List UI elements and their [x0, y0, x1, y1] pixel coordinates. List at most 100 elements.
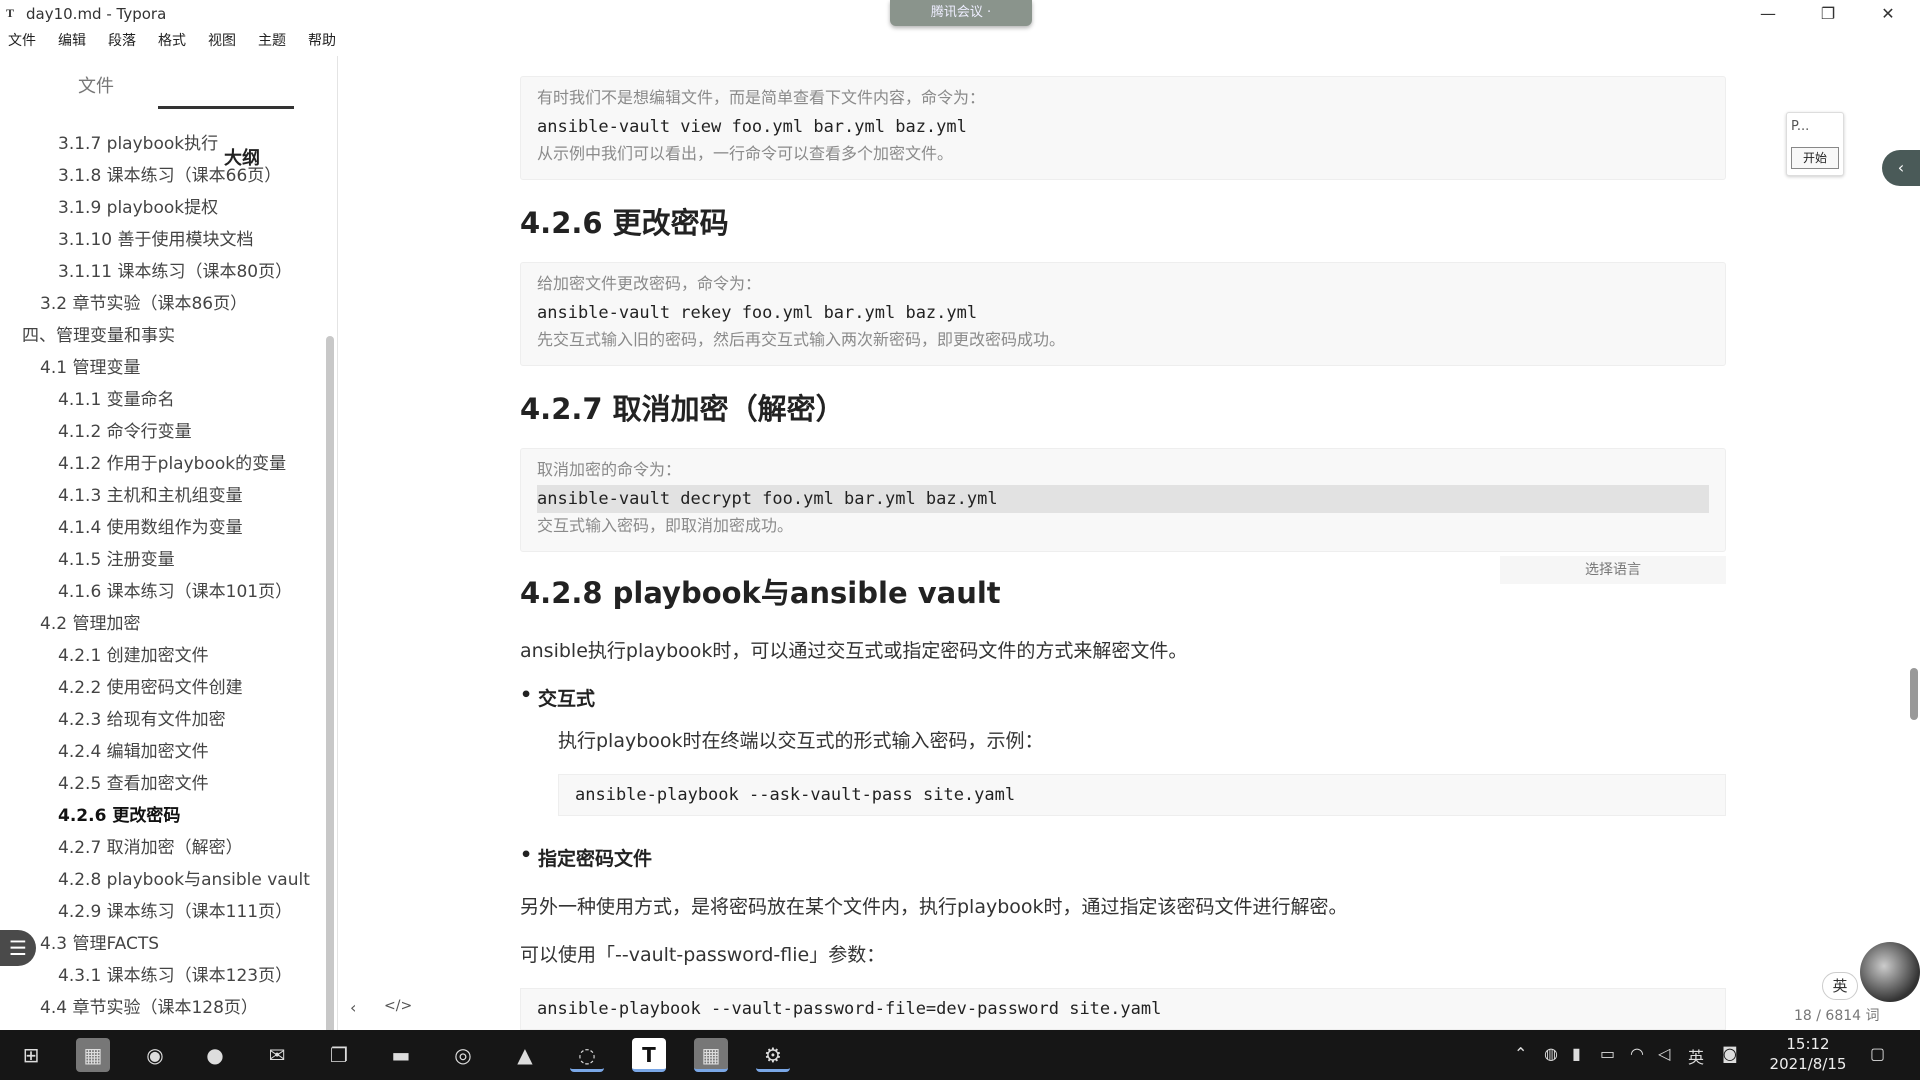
outline-item[interactable]: 4.2.2 使用密码文件创建 — [0, 672, 320, 704]
outline-item[interactable]: 4.2.7 取消加密（解密） — [0, 832, 320, 864]
typora-app-icon: T — [6, 6, 15, 20]
avatar[interactable] — [1860, 942, 1920, 1002]
outline-item[interactable]: 4.1.3 主机和主机组变量 — [0, 480, 320, 512]
menu-edit[interactable]: 编辑 — [58, 30, 86, 54]
outline-item[interactable]: 4.2 管理加密 — [0, 608, 320, 640]
tencent-meeting-pill[interactable]: 腾讯会议 · — [890, 0, 1032, 26]
code-comment: 先交互式输入旧的密码，然后再交互式输入两次新密码，即更改密码成功。 — [537, 332, 1066, 349]
outline-item[interactable]: 四、管理变量和事实 — [0, 320, 320, 352]
outline-item[interactable]: 4.2.3 给现有文件加密 — [0, 704, 320, 736]
outline-item[interactable]: 4.1.2 作用于playbook的变量 — [0, 448, 320, 480]
browser-icon[interactable]: ◎ — [446, 1038, 480, 1072]
outline-item[interactable]: 4.1.1 变量命名 — [0, 384, 320, 416]
menu-bar: 文件 编辑 段落 格式 视图 主题 帮助 — [0, 30, 350, 54]
bullet-interactive: 交互式 — [520, 684, 595, 711]
notification-icon[interactable]: ▢ — [1870, 1044, 1885, 1063]
window-title: day10.md - Typora — [26, 5, 167, 23]
code-line: ansible-vault view foo.yml bar.yml baz.y… — [537, 117, 967, 137]
code-comment: 给加密文件更改密码，命令为： — [537, 276, 762, 293]
maximize-button[interactable]: ❐ — [1808, 2, 1848, 26]
volume-icon[interactable]: ◁ — [1658, 1044, 1670, 1063]
typora-icon[interactable]: T — [632, 1038, 666, 1072]
outline-item[interactable]: 4.1.2 命令行变量 — [0, 416, 320, 448]
outline-item[interactable]: 4.1 管理变量 — [0, 352, 320, 384]
netease-icon[interactable]: ◌ — [570, 1038, 604, 1072]
start-button[interactable]: 开始 — [1791, 147, 1839, 169]
wifi-icon[interactable]: ◠ — [1630, 1044, 1644, 1063]
editor[interactable]: 有时我们不是想编辑文件，而是简单查看下文件内容，命令为： ansible-vau… — [520, 56, 1730, 1030]
outline-item[interactable]: 4.2.8 playbook与ansible vault — [0, 864, 320, 896]
minimize-button[interactable]: — — [1748, 2, 1788, 26]
paragraph: 执行playbook时在终端以交互式的形式输入密码，示例： — [558, 730, 1044, 752]
app2-icon[interactable]: ▦ — [694, 1038, 728, 1072]
back-arrow-icon[interactable]: ‹ — [350, 998, 356, 1017]
ime-indicator[interactable]: 英 — [1822, 972, 1858, 1000]
editor-scrollbar[interactable] — [1910, 668, 1918, 720]
paragraph: 可以使用「--vault-password-flie」参数： — [520, 944, 886, 966]
outline-item[interactable]: 4.3 管理FACTS — [0, 928, 320, 960]
microphone-icon[interactable]: ▮ — [1572, 1044, 1581, 1063]
title-bar: T day10.md - Typora 腾讯会议 · — ❐ ✕ — [0, 0, 1920, 28]
floating-widget[interactable]: P... 开始 — [1786, 112, 1844, 176]
outline-item[interactable]: 3.1.8 课本练习（课本66页） — [0, 160, 320, 192]
select-language[interactable]: 选择语言 — [1500, 556, 1726, 584]
heading-4-2-7: 4.2.7 取消加密（解密） — [520, 392, 845, 426]
sidebar-scrollbar[interactable] — [326, 336, 334, 1080]
code-block-password-file[interactable]: ansible-playbook --vault-password-file=d… — [520, 988, 1726, 1030]
code-block-decrypt[interactable]: 取消加密的命令为： ansible-vault decrypt foo.yml … — [520, 448, 1726, 552]
outline-item[interactable]: 3.1.11 课本练习（课本80页） — [0, 256, 320, 288]
outline-toggle-icon[interactable]: ☰ — [0, 930, 36, 966]
source-code-icon[interactable]: </> — [384, 998, 412, 1014]
menu-theme[interactable]: 主题 — [258, 30, 286, 54]
outline-item[interactable]: 4.4 章节实验（课本128页） — [0, 992, 320, 1024]
network-app-icon[interactable]: ⚙ — [756, 1038, 790, 1072]
outline-item[interactable]: 3.1.7 playbook执行 — [0, 128, 320, 160]
menu-view[interactable]: 视图 — [208, 30, 236, 54]
code-block-ask-pass[interactable]: ansible-playbook --ask-vault-pass site.y… — [558, 774, 1726, 816]
outline-item[interactable]: 4.2.4 编辑加密文件 — [0, 736, 320, 768]
windows-icon[interactable]: ⊞ — [14, 1038, 48, 1072]
code-comment: 取消加密的命令为： — [537, 462, 682, 479]
taskbar: ⊞ ▦ ◉ ● ✉ ❐ ▬ ◎ ▲ ◌ T ▦ ⚙ ⌃ ◍ ▮ ▭ ◠ ◁ 英 … — [0, 1030, 1920, 1080]
collapse-arrow-icon[interactable]: ‹ — [1882, 150, 1920, 186]
code-block-view[interactable]: 有时我们不是想编辑文件，而是简单查看下文件内容，命令为： ansible-vau… — [520, 76, 1726, 180]
battery-icon[interactable]: ▭ — [1600, 1044, 1615, 1063]
code-comment: 有时我们不是想编辑文件，而是简单查看下文件内容，命令为： — [537, 90, 986, 107]
outline-item[interactable]: 4.1.5 注册变量 — [0, 544, 320, 576]
outline-item[interactable]: 4.2.9 课本练习（课本111页） — [0, 896, 320, 928]
outline-item[interactable]: 4.1.6 课本练习（课本101页） — [0, 576, 320, 608]
photos-icon[interactable]: ▲ — [508, 1038, 542, 1072]
outline-item[interactable]: 4.2.6 更改密码 — [0, 800, 320, 832]
window-icon[interactable]: ❐ — [322, 1038, 356, 1072]
media-icon[interactable]: ● — [198, 1038, 232, 1072]
outline-item[interactable]: 4.2.1 创建加密文件 — [0, 640, 320, 672]
app1-icon[interactable]: ▦ — [76, 1038, 110, 1072]
menu-paragraph[interactable]: 段落 — [108, 30, 136, 54]
tray-qq-icon[interactable]: ◙ — [1722, 1044, 1738, 1063]
outline-item[interactable]: 4.2.5 查看加密文件 — [0, 768, 320, 800]
tray-app-icon[interactable]: ◍ — [1544, 1044, 1558, 1063]
outline-item[interactable]: 4.1.4 使用数组作为变量 — [0, 512, 320, 544]
code-comment: 交互式输入密码，即取消加密成功。 — [537, 518, 794, 535]
menu-format[interactable]: 格式 — [158, 30, 186, 54]
heading-4-2-6: 4.2.6 更改密码 — [520, 206, 729, 240]
menu-file[interactable]: 文件 — [8, 30, 36, 54]
wechat-icon[interactable]: ✉ — [260, 1038, 294, 1072]
outline-item[interactable]: 4.3.1 课本练习（课本123页） — [0, 960, 320, 992]
vivaldi-icon[interactable]: ◉ — [138, 1038, 172, 1072]
menu-help[interactable]: 帮助 — [308, 30, 336, 54]
active-tab-indicator — [158, 106, 294, 109]
tab-files[interactable]: 文件 — [78, 72, 114, 98]
tray-chevron-icon[interactable]: ⌃ — [1514, 1044, 1527, 1063]
close-button[interactable]: ✕ — [1868, 2, 1908, 26]
word-count[interactable]: 18 / 6814 词 — [1794, 1005, 1880, 1025]
folder-icon[interactable]: ▬ — [384, 1038, 418, 1072]
outline-item[interactable]: 3.2 章节实验（课本86页） — [0, 288, 320, 320]
code-block-rekey[interactable]: 给加密文件更改密码，命令为： ansible-vault rekey foo.y… — [520, 262, 1726, 366]
input-lang[interactable]: 英 — [1688, 1044, 1704, 1068]
bullet-password-file: 指定密码文件 — [520, 844, 652, 871]
outline-item[interactable]: 3.1.9 playbook提权 — [0, 192, 320, 224]
sidebar: 文件 大纲 3.1.7 playbook执行 3.1.8 课本练习（课本66页） 3… — [0, 56, 338, 1080]
clock[interactable]: 15:12 2021/8/15 — [1766, 1034, 1850, 1074]
outline-item[interactable]: 3.1.10 善于使用模块文档 — [0, 224, 320, 256]
